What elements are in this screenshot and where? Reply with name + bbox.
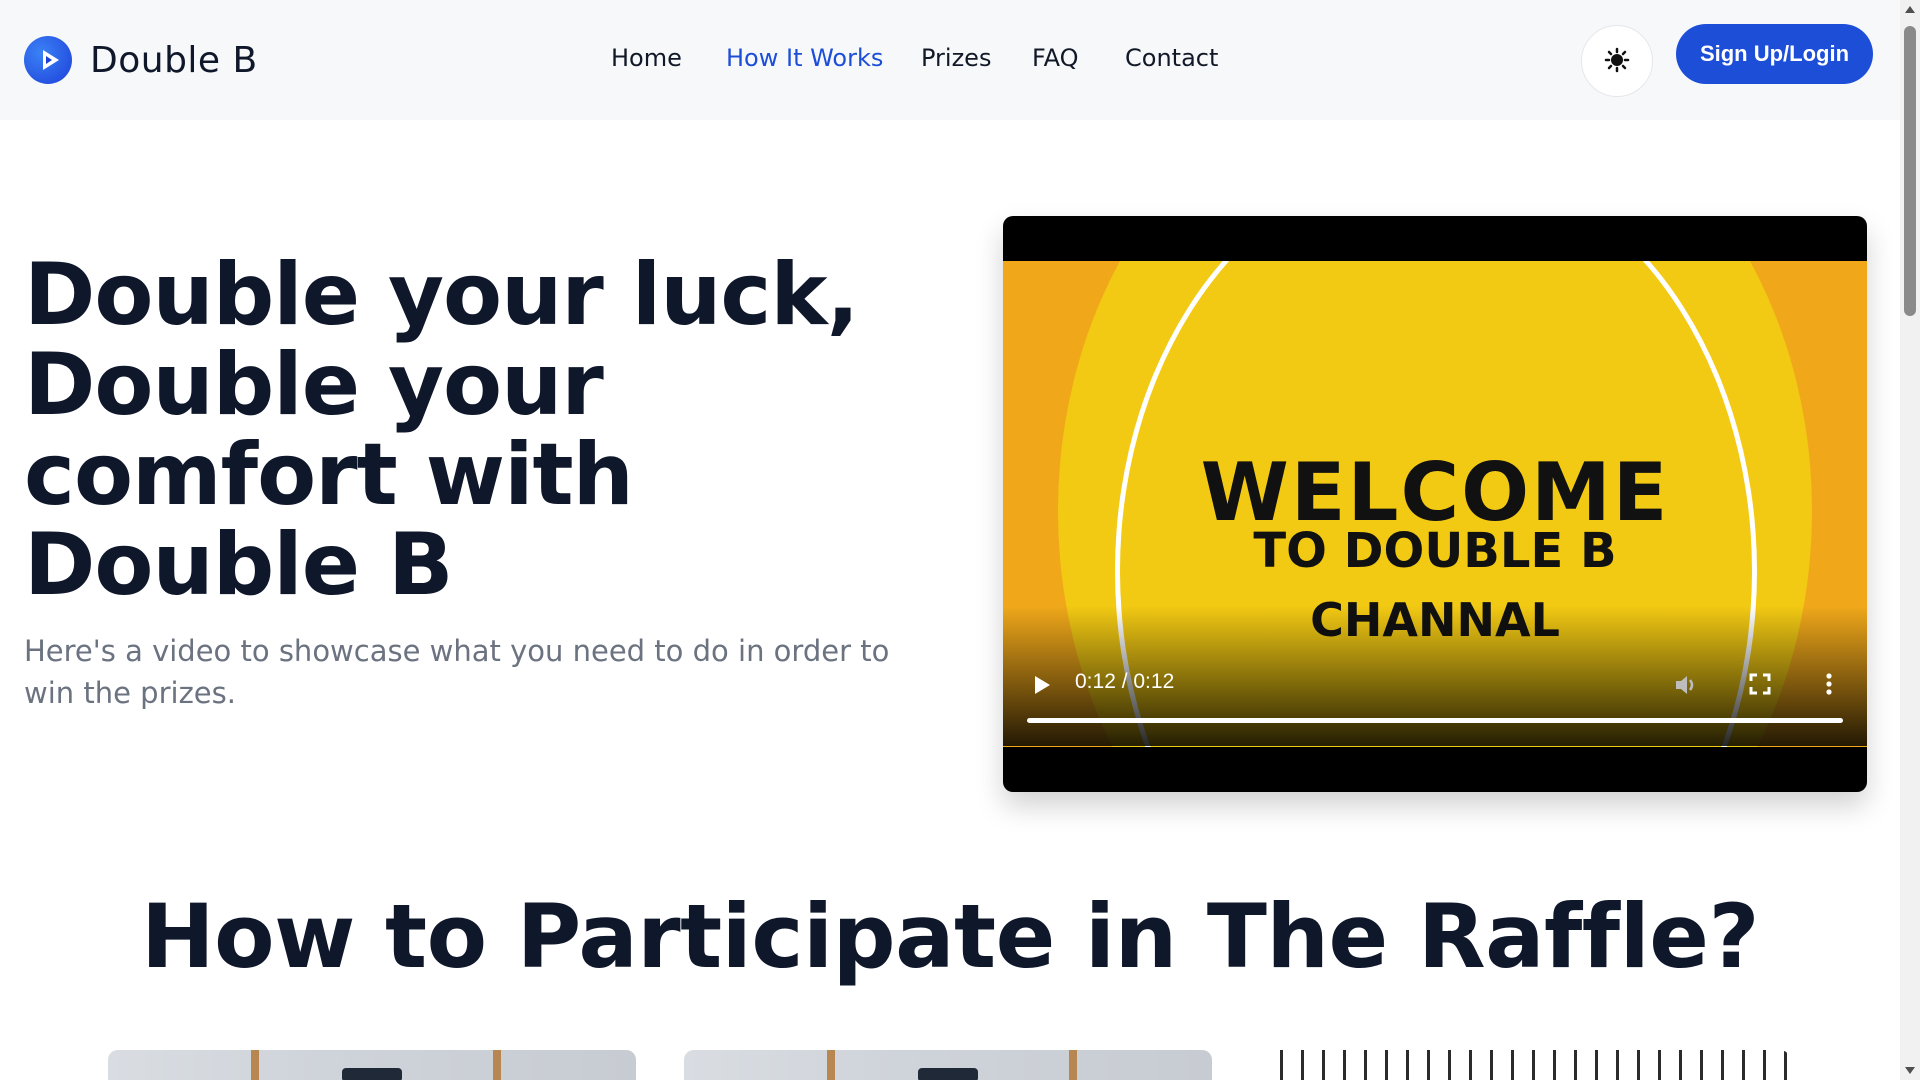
volume-icon[interactable] [1673,672,1699,702]
hero-title-line: Double B [24,515,454,615]
nav-prizes[interactable]: Prizes [921,44,991,72]
card-image-detail [493,1050,501,1080]
brand[interactable]: Double B [24,36,258,84]
play-icon[interactable] [1031,674,1053,696]
step-card-image [1262,1050,1790,1080]
nav-home[interactable]: Home [611,44,682,72]
signup-login-button[interactable]: Sign Up/Login [1676,24,1873,84]
fullscreen-icon[interactable] [1748,672,1772,700]
card-image-detail [251,1050,259,1080]
sun-icon [1604,47,1630,76]
play-icon [24,36,72,84]
nav-faq[interactable]: FAQ [1032,44,1079,72]
video-controls: 0:12 / 0:12 [1003,656,1867,746]
video-time-display: 0:12 / 0:12 [1075,670,1175,693]
hero-title-line: comfort with [24,425,634,525]
page: Double B Home How It Works Prizes FAQ Co… [0,0,1920,1080]
more-vertical-icon[interactable] [1823,670,1835,702]
card-image-detail [342,1068,402,1080]
card-image-detail [918,1068,978,1080]
page-scrollbar[interactable] [1900,0,1920,1080]
card-image-detail [1069,1050,1077,1080]
nav-how-it-works[interactable]: How It Works [726,44,883,72]
step-card[interactable] [108,1050,636,1080]
hero-title-line: Double your luck, [24,245,859,345]
scroll-up-icon[interactable] [1905,6,1915,13]
hero-title-line: Double your [24,335,604,435]
hero-subtitle: Here's a video to showcase what you need… [24,634,890,710]
card-image-detail [827,1050,835,1080]
video-text-to-double-b: TO DOUBLE B [1253,523,1617,579]
video-progress-bar[interactable] [1027,718,1843,723]
step-card[interactable] [684,1050,1212,1080]
scroll-down-icon[interactable] [1905,1067,1915,1074]
site-header: Double B Home How It Works Prizes FAQ Co… [0,0,1900,120]
step-card[interactable] [1262,1050,1790,1080]
hero-title: Double your luck, Double your comfort wi… [24,250,884,610]
section-title: How to Participate in The Raffle? [141,885,1760,988]
video-player[interactable]: WELCOME TO DOUBLE B CHANNAL 0:12 / 0:12 [1003,216,1867,792]
nav-contact[interactable]: Contact [1125,44,1218,72]
brand-name: Double B [90,39,258,81]
scrollbar-thumb[interactable] [1904,26,1916,316]
theme-toggle-button[interactable] [1581,25,1653,97]
